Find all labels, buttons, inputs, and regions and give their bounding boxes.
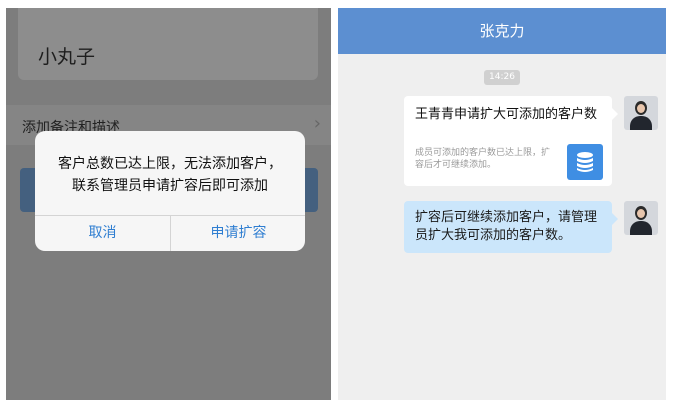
chat-message-text: 扩容后可继续添加客户，请管理员扩大我可添加的客户数。 (415, 210, 598, 243)
card-title: 王青青申请扩大可添加的客户数 (415, 107, 598, 122)
avatar[interactable] (624, 96, 658, 130)
right-screen: 张克力 14:26 王青青申请扩大可添加的客户数 成员可添加的客户数已达上限，扩… (338, 8, 666, 400)
left-screen: 小丸子 添加备注和描述 › 客户总数已达上限，无法添加客户， 联系管理员申请扩容… (6, 8, 331, 400)
cancel-button[interactable]: 取消 (35, 215, 170, 251)
chat-title-bar: 张克力 (338, 8, 666, 54)
contact-name: 小丸子 (38, 46, 96, 68)
dialog-message-line2: 联系管理员申请扩容后即可添加 (72, 178, 268, 194)
dialog-message: 客户总数已达上限，无法添加客户， 联系管理员申请扩容后即可添加 (35, 153, 305, 197)
dialog-message-line1: 客户总数已达上限，无法添加客户， (58, 156, 282, 172)
database-icon (567, 144, 603, 180)
chevron-right-icon: › (313, 113, 321, 134)
contact-name-card: 小丸子 (18, 8, 318, 80)
chat-message-bubble[interactable]: 扩容后可继续添加客户，请管理员扩大我可添加的客户数。 (404, 201, 618, 253)
request-expansion-button[interactable]: 申请扩容 (171, 215, 305, 251)
card-description: 成员可添加的客户数已达上限，扩容后才可继续添加。 (415, 148, 551, 170)
message-timestamp: 14:26 (484, 70, 520, 85)
chat-title: 张克力 (479, 22, 525, 40)
avatar[interactable] (624, 201, 658, 235)
expansion-request-card[interactable]: 王青青申请扩大可添加的客户数 成员可添加的客户数已达上限，扩容后才可继续添加。 (404, 96, 618, 186)
limit-alert-dialog: 客户总数已达上限，无法添加客户， 联系管理员申请扩容后即可添加 取消 申请扩容 (35, 131, 305, 251)
